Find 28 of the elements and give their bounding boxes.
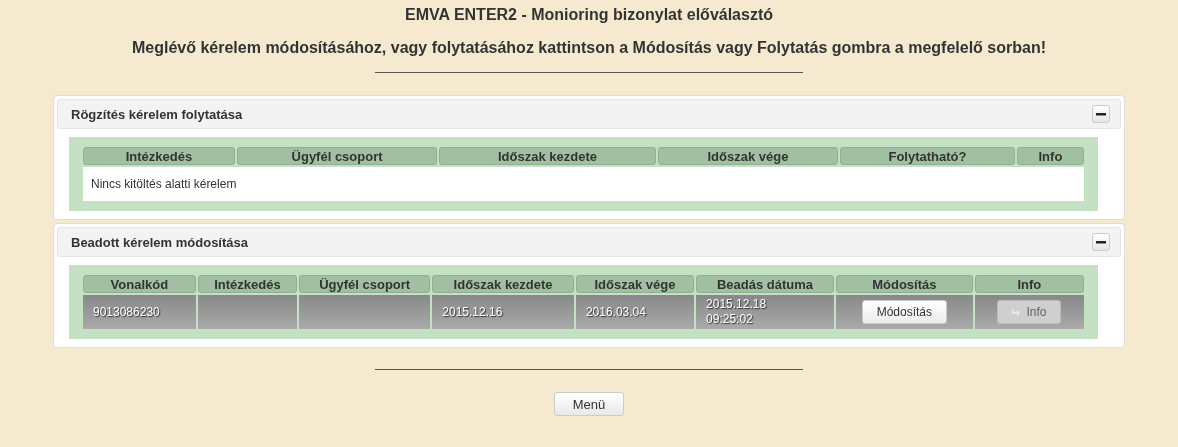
column-header: Ügyfél csoport <box>236 147 438 165</box>
column-header: Intézkedés <box>83 147 235 165</box>
section-title: Beadott kérelem módosítása <box>71 234 248 250</box>
section-title: Rögzítés kérelem folytatása <box>71 106 243 122</box>
column-header: Ügyfél csoport <box>299 275 431 293</box>
table-cell-text: 2015.12.16 <box>442 304 503 319</box>
column-header: Vonalkód <box>83 275 196 293</box>
table-cell-text: 2015.12.18 09:25:02 <box>706 297 767 326</box>
page-title: EMVA ENTER2 - Monioring bizonylat előválasztó <box>405 6 773 24</box>
column-header: Időszak vége <box>657 147 839 165</box>
menu-button[interactable]: Menü <box>554 392 624 416</box>
column-header: Info <box>1016 147 1084 165</box>
column-header: Időszak vége <box>575 275 695 293</box>
column-header: Módosítás <box>835 275 973 293</box>
column-header: Info <box>974 275 1084 293</box>
column-header: Időszak kezdete <box>439 147 656 165</box>
table-cell-text: 9013086230 <box>93 304 160 319</box>
modify-button[interactable]: Módosítás <box>861 300 947 324</box>
collapse-button[interactable] <box>1092 105 1110 123</box>
table-cell-text: 2016.03.04 <box>585 304 646 319</box>
column-header: Beadás dátuma <box>696 275 834 293</box>
instruction-text: Meglévő kérelem módosításához, vagy folytatásához kattintson a Módosítás vagy Folytatás gombra a megfelelő sorban! <box>132 39 1046 57</box>
column-header: Folytatható? <box>840 147 1015 165</box>
column-header: Intézkedés <box>197 275 298 293</box>
collapse-button[interactable] <box>1092 233 1110 251</box>
arrow-icon <box>1012 307 1022 317</box>
empty-message: Nincs kitöltés alatti kérelem <box>83 167 1084 201</box>
column-header: Időszak kezdete <box>432 275 574 293</box>
